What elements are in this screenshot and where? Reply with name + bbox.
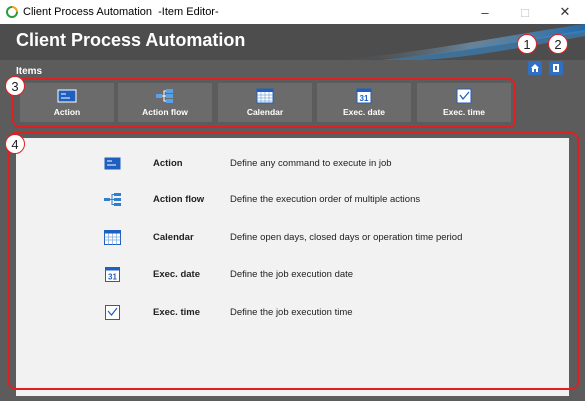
content-callout-frame bbox=[8, 132, 579, 390]
callout-number-4: 4 bbox=[5, 134, 25, 154]
app-logo-icon bbox=[6, 6, 18, 18]
callout-number-3: 3 bbox=[5, 76, 25, 96]
callout-number-1: 1 bbox=[517, 34, 537, 54]
help-book-icon[interactable] bbox=[549, 61, 563, 75]
minimize-button[interactable]: – bbox=[465, 0, 505, 24]
app-header: Client Process Automation bbox=[0, 24, 585, 60]
maximize-button[interactable]: □ bbox=[505, 0, 545, 24]
app-title: Client Process Automation bbox=[16, 30, 246, 50]
toolbar-callout-frame bbox=[12, 78, 516, 128]
items-label: Items bbox=[16, 66, 43, 77]
close-button[interactable]: ✕ bbox=[545, 0, 585, 24]
home-icon[interactable] bbox=[528, 61, 542, 75]
window-titlebar: Client Process Automation -Item Editor- … bbox=[0, 0, 585, 24]
callout-number-2: 2 bbox=[548, 34, 568, 54]
window-title: Client Process Automation -Item Editor- bbox=[23, 6, 219, 18]
